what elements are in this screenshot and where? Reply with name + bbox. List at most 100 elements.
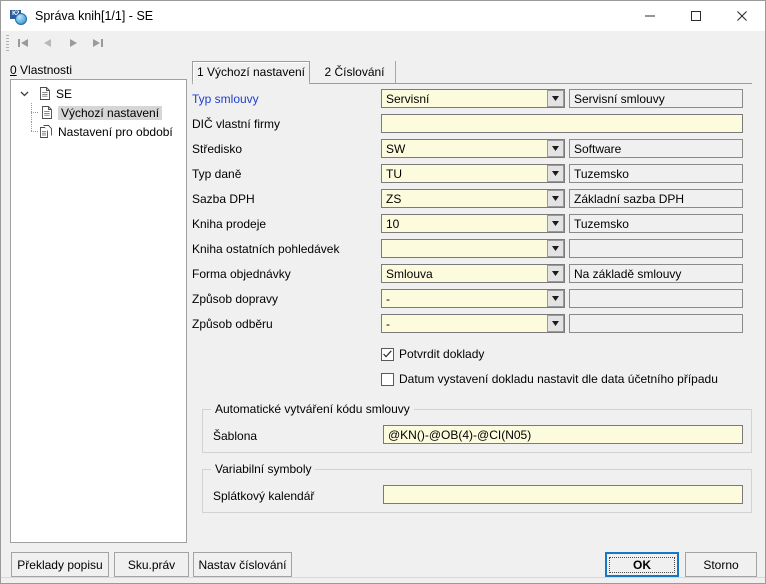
tree-node-se[interactable]: SE bbox=[11, 84, 186, 103]
chevron-down-icon[interactable] bbox=[547, 240, 564, 257]
document-icon bbox=[37, 87, 52, 100]
tab-cislovani[interactable]: 2 Číslování bbox=[314, 61, 396, 83]
combo-value: - bbox=[386, 316, 390, 331]
combo-stredisko[interactable]: SW bbox=[381, 139, 565, 158]
group-title: Automatické vytváření kódu smlouvy bbox=[211, 402, 414, 416]
properties-accelerator: 0 bbox=[10, 63, 17, 77]
chevron-down-icon[interactable] bbox=[547, 290, 564, 307]
input-sablona[interactable]: @KN()-@OB(4)-@CI(N05) bbox=[383, 425, 743, 444]
last-record-icon[interactable] bbox=[87, 32, 109, 54]
tree-connector bbox=[27, 103, 38, 122]
storno-button[interactable]: Storno bbox=[685, 552, 757, 577]
combo-value: Servisní bbox=[386, 91, 430, 106]
combo-forma-objednavky[interactable]: Smlouva bbox=[381, 264, 565, 283]
nastav-cislovani-button[interactable]: Nastav číslování bbox=[193, 552, 292, 577]
properties-tree[interactable]: SE Výchozí nastavení Nastavení pro obdob… bbox=[10, 79, 187, 543]
chevron-down-icon[interactable] bbox=[547, 140, 564, 157]
label-typ-dane: Typ daně bbox=[192, 167, 242, 181]
properties-panel-label: 0 Vlastnosti bbox=[10, 63, 72, 77]
combo-kniha-prodeje[interactable]: 10 bbox=[381, 214, 565, 233]
field-row-zpusob-dopravy: Způsob dopravy - bbox=[192, 289, 752, 314]
group-title: Variabilní symboly bbox=[211, 462, 316, 476]
next-record-icon[interactable] bbox=[62, 32, 84, 54]
label-stredisko: Středisko bbox=[192, 142, 243, 156]
tab-strip: 1 Výchozí nastavení 2 Číslování bbox=[192, 61, 752, 84]
button-label: Storno bbox=[703, 557, 739, 572]
title-bar: K2 Správa knih[1/1] - SE bbox=[1, 1, 765, 31]
combo-kniha-ostatnich-pohledavek[interactable] bbox=[381, 239, 565, 258]
chevron-down-icon[interactable] bbox=[547, 90, 564, 107]
chevron-down-icon[interactable] bbox=[547, 315, 564, 332]
first-record-icon[interactable] bbox=[12, 32, 34, 54]
description-typ-smlouvy: Servisní smlouvy bbox=[569, 89, 743, 108]
description-zpusob-dopravy bbox=[569, 289, 743, 308]
description-forma-objednavky: Na základě smlouvy bbox=[569, 264, 743, 283]
combo-value: - bbox=[386, 291, 390, 306]
tree-connector bbox=[27, 122, 38, 141]
combo-value: 10 bbox=[386, 216, 400, 231]
field-row-forma-objednavky: Forma objednávky Smlouva Na základě smlo… bbox=[192, 264, 752, 289]
combo-zpusob-dopravy[interactable]: - bbox=[381, 289, 565, 308]
checkbox-potvrdit-doklady[interactable]: Potvrdit doklady bbox=[381, 347, 484, 361]
field-row-kniha-prodeje: Kniha prodeje 10 Tuzemsko bbox=[192, 214, 752, 239]
tree-node-label: Výchozí nastavení bbox=[58, 105, 163, 120]
button-label: Nastav číslování bbox=[198, 557, 287, 572]
combo-value: ZS bbox=[386, 191, 402, 206]
description-kniha-prodeje: Tuzemsko bbox=[569, 214, 743, 233]
input-dic-vlastni-firmy[interactable] bbox=[381, 114, 743, 133]
tree-connector bbox=[31, 84, 37, 103]
sku-prav-button[interactable]: Sku.práv bbox=[114, 552, 189, 577]
label-zpusob-odberu: Způsob odběru bbox=[192, 317, 273, 331]
combo-typ-dane[interactable]: TU bbox=[381, 164, 565, 183]
tab-underline-mask bbox=[193, 83, 309, 84]
tree-node-vychozi-nastaveni[interactable]: Výchozí nastavení bbox=[11, 103, 186, 122]
group-variabilni-symboly: Variabilní symboly Splátkový kalendář bbox=[202, 462, 752, 513]
maximize-icon[interactable] bbox=[673, 1, 719, 31]
combo-sazba-dph[interactable]: ZS bbox=[381, 189, 565, 208]
combo-zpusob-odberu[interactable]: - bbox=[381, 314, 565, 333]
chevron-down-icon[interactable] bbox=[547, 265, 564, 282]
preklady-popisu-button[interactable]: Překlady popisu bbox=[11, 552, 109, 577]
previous-record-icon[interactable] bbox=[37, 32, 59, 54]
combo-typ-smlouvy[interactable]: Servisní bbox=[381, 89, 565, 108]
button-label: Sku.práv bbox=[127, 557, 176, 572]
input-splatkovy-kalendar[interactable] bbox=[383, 485, 743, 504]
tab-vychozi-nastaveni[interactable]: 1 Výchozí nastavení bbox=[192, 61, 310, 83]
description-sazba-dph: Základní sazba DPH bbox=[569, 189, 743, 208]
documents-icon bbox=[39, 125, 54, 138]
field-row-zpusob-odberu: Způsob odběru - bbox=[192, 314, 752, 339]
window-title: Správa knih[1/1] - SE bbox=[35, 9, 154, 23]
tab-label: 1 Výchozí nastavení bbox=[196, 65, 306, 79]
checkbox-box[interactable] bbox=[381, 347, 394, 361]
chevron-down-icon[interactable] bbox=[17, 89, 31, 98]
label-forma-objednavky: Forma objednávky bbox=[192, 267, 291, 281]
label-kniha-ostatnich-pohledavek: Kniha ostatních pohledávek bbox=[192, 242, 340, 256]
label-typ-smlouvy[interactable]: Typ smlouvy bbox=[192, 92, 377, 106]
k2-disc-icon: K2 bbox=[10, 8, 27, 25]
toolbar-grip[interactable] bbox=[6, 34, 9, 52]
status-line bbox=[1, 577, 765, 583]
field-row-typ-smlouvy: Typ smlouvy Servisní Servisní smlouvy bbox=[192, 89, 752, 114]
close-icon[interactable] bbox=[719, 1, 765, 31]
label-zpusob-dopravy: Způsob dopravy bbox=[192, 292, 279, 306]
properties-label-text: Vlastnosti bbox=[16, 63, 73, 77]
combo-value: SW bbox=[386, 141, 406, 156]
settings-form: Typ smlouvy Servisní Servisní smlouvy DI… bbox=[192, 89, 752, 339]
description-typ-dane: Tuzemsko bbox=[569, 164, 743, 183]
chevron-down-icon[interactable] bbox=[547, 215, 564, 232]
button-label: OK bbox=[609, 556, 675, 573]
combo-value: TU bbox=[386, 166, 402, 181]
tree-node-nastaveni-pro-obdobi[interactable]: Nastavení pro období bbox=[11, 122, 186, 141]
chevron-down-icon[interactable] bbox=[547, 190, 564, 207]
checkbox-datum-vystaveni-dokladu[interactable]: Datum vystavení dokladu nastavit dle dat… bbox=[381, 372, 718, 386]
ok-button[interactable]: OK bbox=[605, 552, 679, 577]
checkbox-box[interactable] bbox=[381, 372, 394, 386]
description-stredisko: Software bbox=[569, 139, 743, 158]
chevron-down-icon[interactable] bbox=[547, 165, 564, 182]
combo-value: Smlouva bbox=[386, 266, 433, 281]
minimize-icon[interactable] bbox=[627, 1, 673, 31]
window-controls bbox=[627, 1, 765, 31]
field-row-sazba-dph: Sazba DPH ZS Základní sazba DPH bbox=[192, 189, 752, 214]
application-window: K2 Správa knih[1/1] - SE 0 Vlastnosti SE… bbox=[0, 0, 766, 584]
tree-node-label: Nastavení pro období bbox=[58, 124, 173, 139]
